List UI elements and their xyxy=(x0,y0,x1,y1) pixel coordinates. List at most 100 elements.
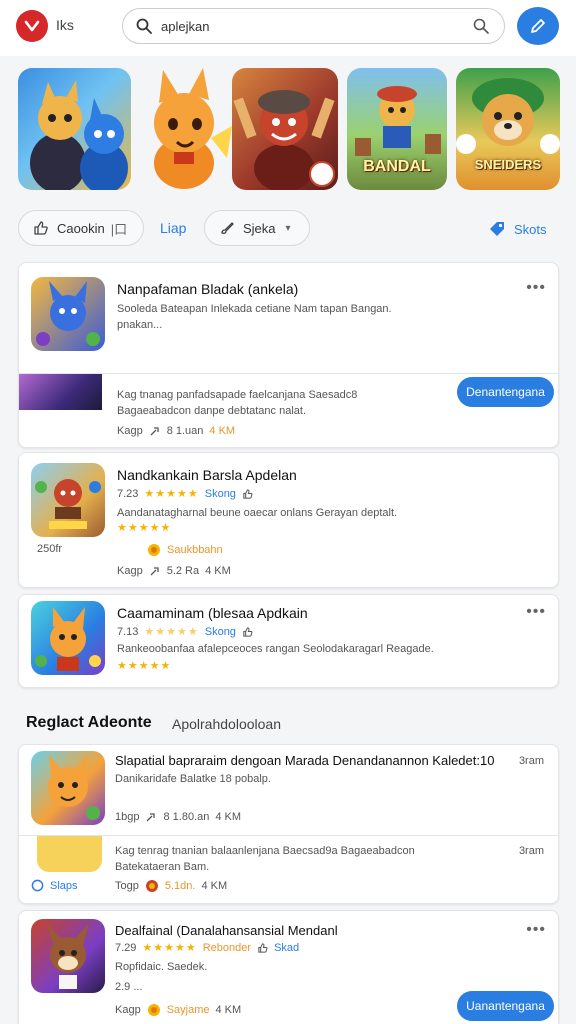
rating-stars: ★★★★★ xyxy=(142,942,197,954)
coin-icon xyxy=(145,880,158,892)
more-options-icon[interactable]: ••• xyxy=(526,921,546,939)
app-thumbnail[interactable] xyxy=(31,751,105,825)
app-card-1[interactable]: Nanpafaman Bladak (ankela) ••• Sooleda B… xyxy=(18,262,559,448)
promo-image[interactable] xyxy=(19,374,102,410)
app-thumbnail[interactable] xyxy=(31,277,105,351)
app-description: Aandanatagharnal beune oaecar onlans Ger… xyxy=(117,507,398,519)
app-title[interactable]: Nanpafaman Bladak (ankela) xyxy=(117,281,298,297)
app-tag[interactable]: Skong xyxy=(205,626,236,638)
thumbs-up-icon xyxy=(243,627,253,637)
app-card-5[interactable]: Dealfainal (Danalahansansial Mendanl •••… xyxy=(18,910,559,1024)
more-options-icon[interactable]: ••• xyxy=(526,279,546,297)
stories-link[interactable]: Skots xyxy=(488,220,547,238)
seller-name[interactable]: Sayjame xyxy=(167,1004,210,1016)
link-icon xyxy=(147,813,156,822)
app-icon xyxy=(36,281,100,346)
app-logo-icon[interactable] xyxy=(16,10,48,42)
tag-icon xyxy=(490,222,504,236)
fox-art-icon xyxy=(154,68,232,189)
promo-link[interactable]: Slaps xyxy=(50,880,78,892)
chip-link[interactable]: Liap xyxy=(160,220,186,236)
pencil-icon xyxy=(531,19,545,33)
banner-red-warrior[interactable] xyxy=(232,68,338,190)
app-price: 250fr xyxy=(37,543,63,555)
app-stars-row: ★★★★★ xyxy=(117,521,171,534)
chip-sort[interactable]: Sjeka ▾ xyxy=(204,210,310,246)
app-description: Sooleda Bateapan Inlekada cetiane Nam ta… xyxy=(117,303,392,331)
promo-meta: Togp 5.1dn. 4 KM xyxy=(115,879,227,893)
app-title[interactable]: Slapatial bapraraim dengoan Marada Denan… xyxy=(115,753,494,768)
chip-cooking-tail: |口 xyxy=(110,221,128,237)
rating-stars: ★★★★★ xyxy=(144,626,199,638)
meta-label: Togp xyxy=(115,880,139,892)
thumbs-up-icon xyxy=(258,943,268,953)
stories-label: Skots xyxy=(514,221,547,237)
promo-time: 3ram xyxy=(519,845,544,857)
banner-orange-fox[interactable] xyxy=(129,68,232,190)
app-title[interactable]: Dealfainal (Danalahansansial Mendanl xyxy=(115,923,338,938)
rating-value: 7.13 xyxy=(117,625,139,638)
meta-label: Kagp xyxy=(115,1004,141,1016)
app-tag[interactable]: Skong xyxy=(205,488,236,500)
promo-description: Kag tenrag tnanian balaanlenjana Baecsad… xyxy=(115,845,415,873)
app-card-2[interactable]: Nandkankain Barsla Apdelan 7.23 ★★★★★ Sk… xyxy=(18,452,559,588)
seller-name[interactable]: Saukbbahn xyxy=(167,544,223,556)
meta-distance: 4 KM xyxy=(209,425,236,437)
rating-value: 7.23 xyxy=(117,487,139,500)
banner-dog[interactable]: SNEIDERS xyxy=(456,68,560,190)
secondary-stars: ★★★★★ xyxy=(117,522,172,534)
app-rating-row: 7.13 ★★★★★ Skong xyxy=(117,625,253,638)
app-description: Danikaridafe Balatke 18 pobalp. xyxy=(115,773,271,785)
chevron-down-icon: ▾ xyxy=(285,222,291,234)
section-title: Reglact Adeonte xyxy=(26,714,152,731)
install-button[interactable]: Denantengana xyxy=(457,377,554,407)
banner-game-title: BANDAL xyxy=(363,158,431,175)
meta-size: 5.2 Ra xyxy=(166,565,200,577)
coin-icon xyxy=(147,1004,160,1016)
meta-label: 1bgp xyxy=(115,811,140,823)
compose-button[interactable] xyxy=(517,7,559,45)
app-thumbnail[interactable] xyxy=(31,919,105,993)
search-bar[interactable]: aplejkan xyxy=(122,8,505,44)
brush-icon xyxy=(221,222,234,234)
meta-label: Kagp xyxy=(117,425,143,437)
app-thumbnail[interactable] xyxy=(31,463,105,537)
info-icon xyxy=(31,879,44,892)
app-price: 2.9 ... xyxy=(115,981,143,993)
chip-sort-label: Sjeka xyxy=(243,220,276,236)
time-label: 3ram xyxy=(518,755,544,767)
banner-game[interactable]: BANDAL xyxy=(347,68,447,190)
app-card-3[interactable]: Caamaminam (blesaa Apdkain ••• 7.13 ★★★★… xyxy=(18,594,559,688)
app-meta: Kagp Sayjame 4 KM xyxy=(115,1003,241,1017)
warrior-art-icon xyxy=(233,90,335,190)
app-icon xyxy=(48,755,100,820)
app-title[interactable]: Nandkankain Barsla Apdelan xyxy=(117,467,297,483)
price-row: 250fr xyxy=(37,543,62,555)
banner-hero-duo[interactable] xyxy=(18,68,131,190)
promo-link-row[interactable]: Slaps xyxy=(31,879,78,892)
app-name: Iks xyxy=(56,17,74,33)
app-thumbnail[interactable] xyxy=(31,601,105,675)
search-submit-icon[interactable] xyxy=(472,17,490,40)
app-time: 3ram xyxy=(519,755,544,767)
link-icon xyxy=(150,567,159,576)
more-options-icon[interactable]: ••• xyxy=(526,603,546,621)
section-subtitle: Apolrahdolooloan xyxy=(172,716,281,732)
chip-cooking[interactable]: Caookin |口 xyxy=(18,210,144,246)
app-tag[interactable]: Rebonder xyxy=(203,942,251,954)
search-icon xyxy=(135,17,153,40)
meta-label: Kagp xyxy=(117,565,143,577)
app-tag-2[interactable]: Skad xyxy=(274,942,299,954)
app-icon xyxy=(35,479,101,529)
link-icon xyxy=(150,427,159,436)
filter-chips: Caookin |口 Liap Sjeka ▾ Skots xyxy=(0,210,576,246)
app-card-4[interactable]: Slapatial bapraraim dengoan Marada Denan… xyxy=(18,744,559,904)
search-input[interactable]: aplejkan xyxy=(161,19,209,34)
banner-dog-title: SNEIDERS xyxy=(474,157,542,172)
promo-image[interactable] xyxy=(37,836,102,872)
app-title[interactable]: Caamaminam (blesaa Apdkain xyxy=(117,605,308,621)
meta-distance: 4 KM xyxy=(215,811,242,823)
thumbs-up-icon xyxy=(34,221,48,235)
install-button[interactable]: Uanantengana xyxy=(457,991,554,1021)
rating-value: 7.29 xyxy=(115,941,137,954)
